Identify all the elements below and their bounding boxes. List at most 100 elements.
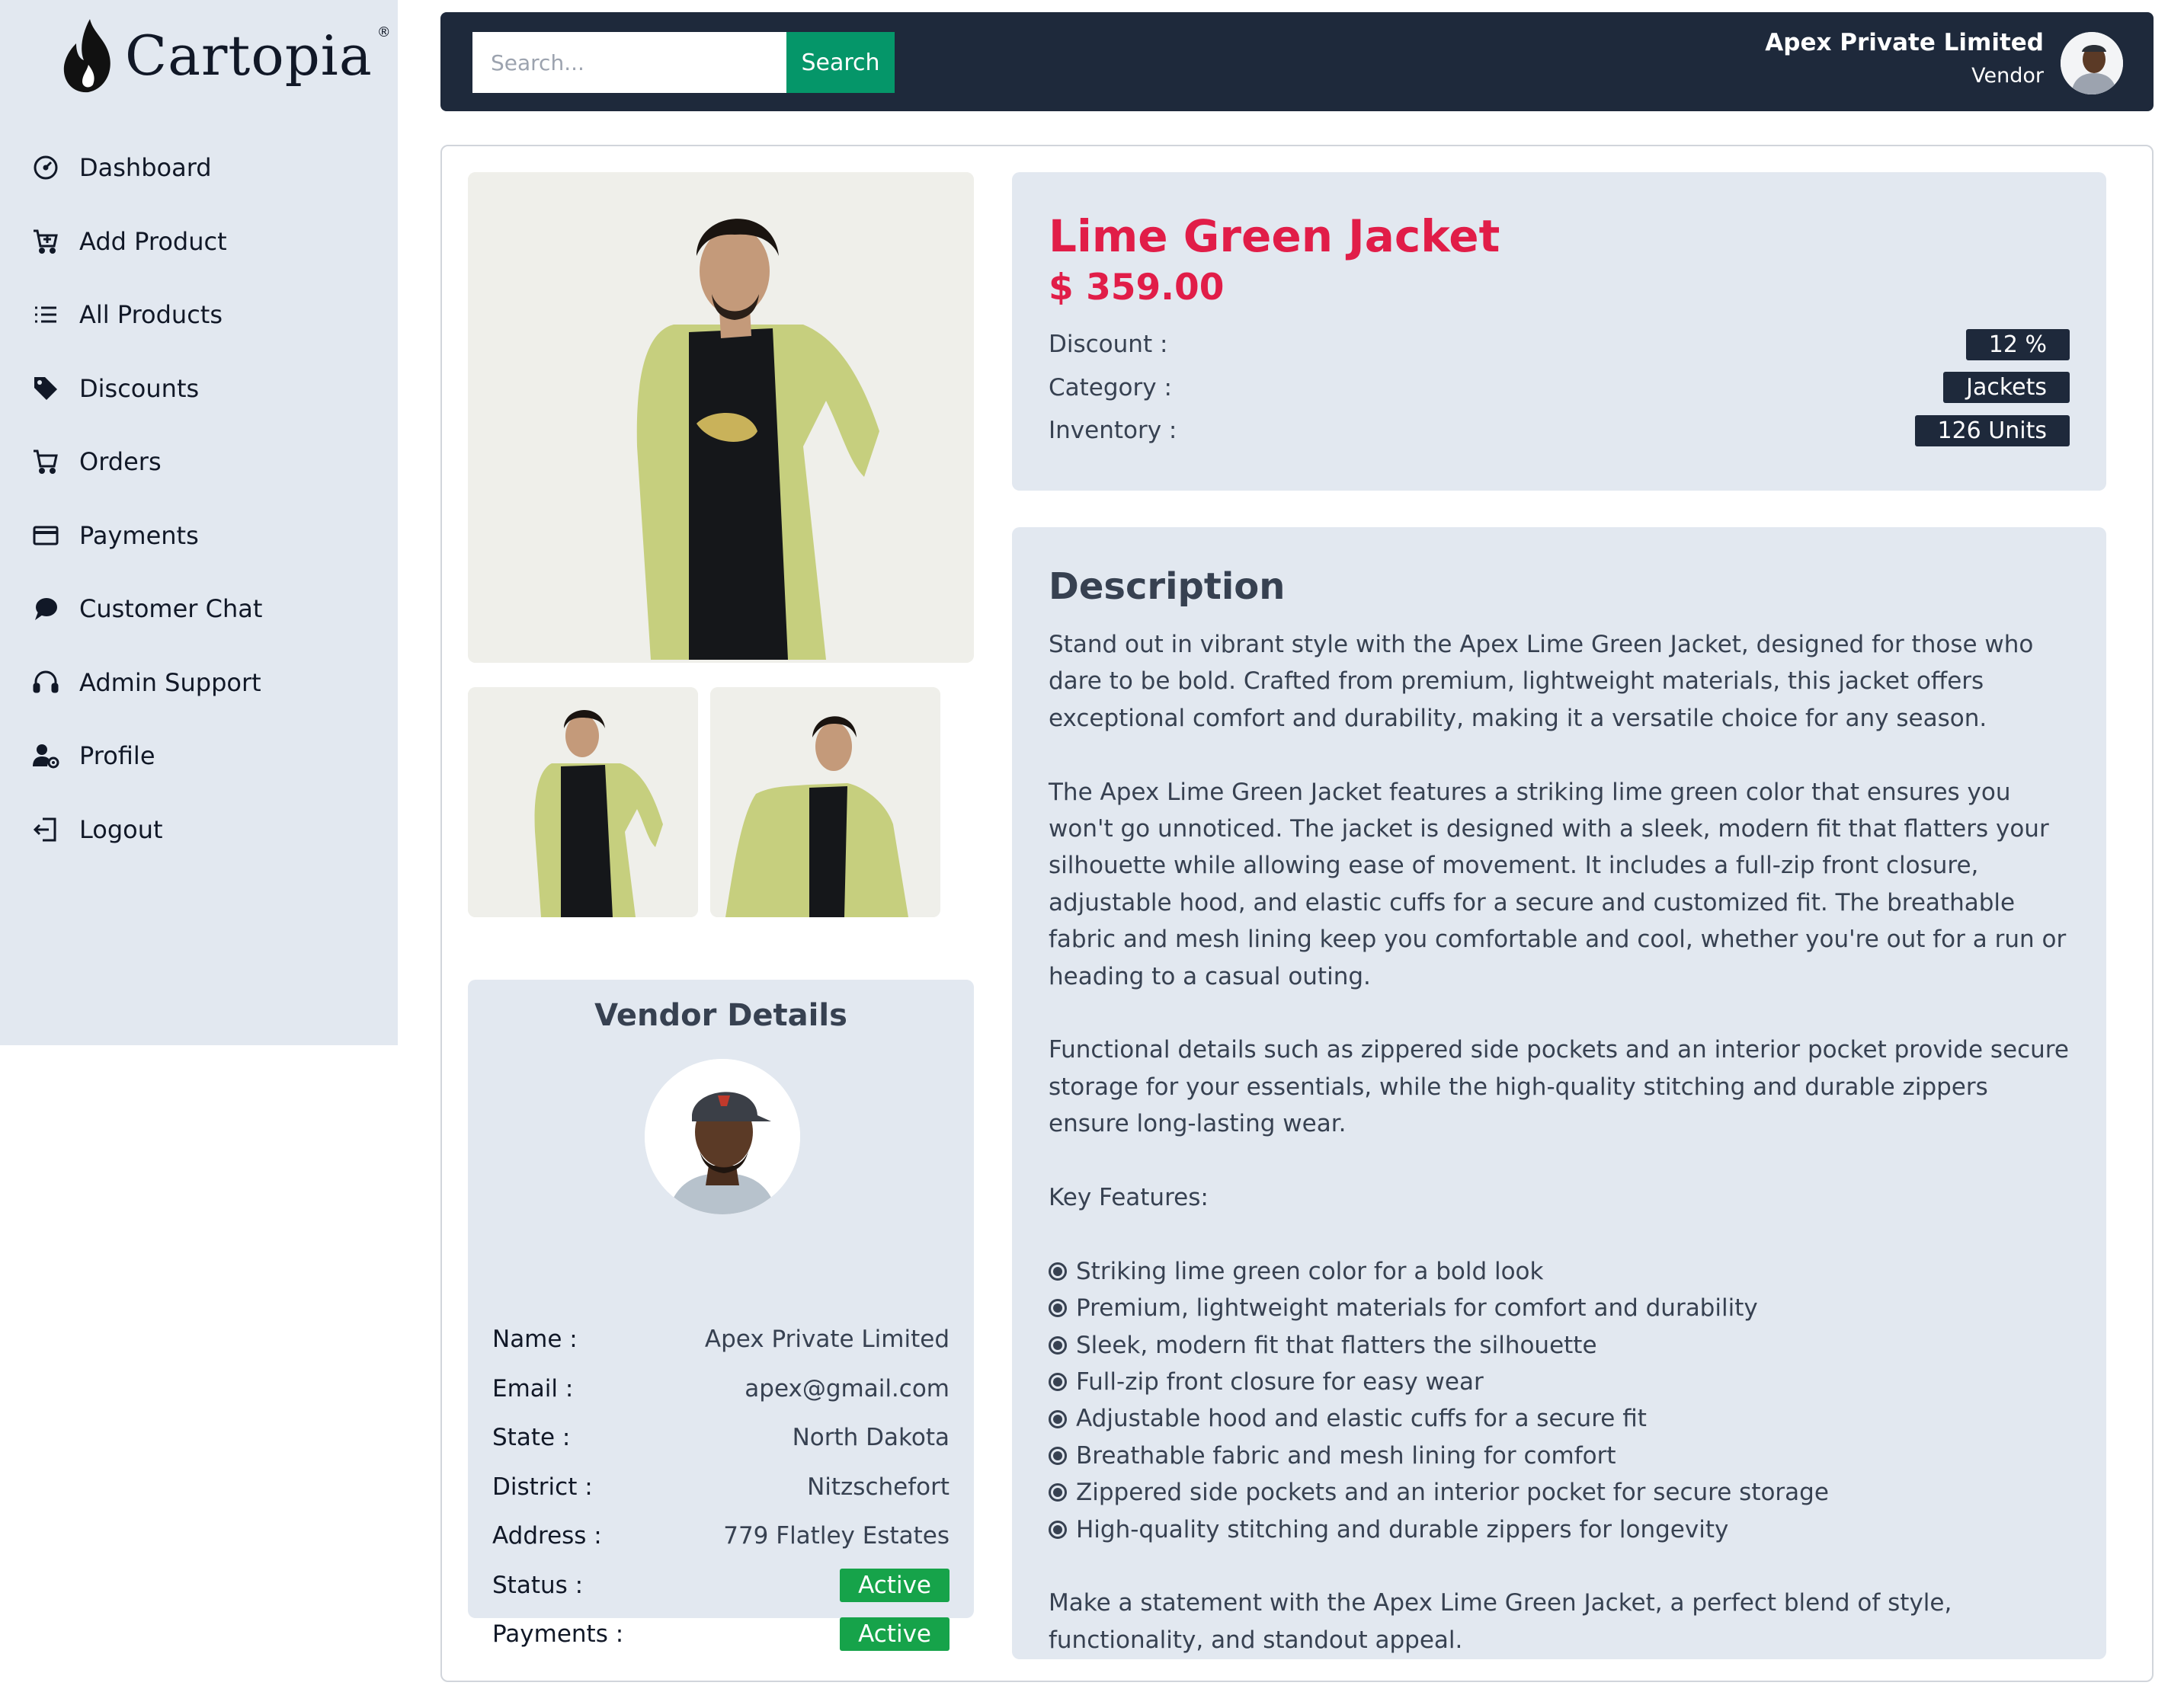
payments-badge: Active	[840, 1617, 949, 1652]
list-item: High-quality stitching and durable zippe…	[1049, 1511, 2070, 1548]
search-input[interactable]	[472, 32, 786, 93]
sidebar-item-all-products[interactable]: All Products	[30, 278, 366, 352]
cart-plus-icon	[30, 226, 61, 257]
vendor-label: State :	[492, 1424, 571, 1452]
description-paragraph: Stand out in vibrant style with the Apex…	[1049, 631, 2034, 732]
list-item: Premium, lightweight materials for comfo…	[1049, 1290, 2070, 1326]
cart-icon	[30, 446, 61, 477]
sidebar-item-profile[interactable]: Profile	[30, 719, 366, 793]
user-role: Vendor	[1971, 64, 2044, 88]
search-button[interactable]: Search	[786, 32, 895, 93]
vendor-label: Email :	[492, 1374, 574, 1403]
vendor-details-title: Vendor Details	[594, 998, 847, 1033]
vendor-label: Status :	[492, 1571, 584, 1599]
sidebar-item-label: Admin Support	[79, 667, 261, 697]
dashboard-gauge-icon	[30, 152, 61, 183]
vendor-value: Nitzschefort	[807, 1473, 949, 1501]
sidebar: Cartopia ® Dashboard Add Product All Pro…	[0, 0, 398, 1045]
top-header: Search Apex Private Limited Vendor	[440, 12, 2154, 111]
user-name: Apex Private Limited	[1765, 29, 2044, 56]
bullet-icon	[1049, 1262, 1067, 1281]
vendor-details-card: Vendor Details Name : Apex Private Limit…	[468, 980, 974, 1652]
detail-label: Discount :	[1049, 331, 1168, 359]
list-icon	[30, 299, 61, 330]
sidebar-item-add-product[interactable]: Add Product	[30, 205, 366, 279]
sidebar-item-logout[interactable]: Logout	[30, 793, 366, 867]
sidebar-item-label: Profile	[79, 741, 155, 771]
description-body: Stand out in vibrant style with the Apex…	[1049, 626, 2070, 1696]
bullet-icon	[1049, 1335, 1067, 1355]
feature-text: Full-zip front closure for easy wear	[1076, 1368, 1484, 1396]
product-title: Lime Green Jacket	[1049, 210, 1500, 262]
vendor-label: Address :	[492, 1522, 602, 1550]
bullet-icon	[1049, 1409, 1067, 1428]
bullet-icon	[1049, 1483, 1067, 1502]
app-name: Cartopia	[125, 24, 373, 88]
bullet-icon	[1049, 1447, 1067, 1466]
sidebar-item-orders[interactable]: Orders	[30, 425, 366, 499]
list-item: Striking lime green color for a bold loo…	[1049, 1253, 2070, 1290]
product-price: $ 359.00	[1049, 267, 1225, 309]
detail-row-category: Category : Jackets	[1049, 366, 2070, 410]
credit-card-icon	[30, 520, 61, 551]
registered-mark: ®	[376, 24, 391, 40]
feature-text: Breathable fabric and mesh lining for co…	[1076, 1441, 1616, 1470]
discount-badge: 12 %	[1965, 328, 2070, 360]
sidebar-item-label: Payments	[79, 520, 199, 550]
list-item: Adjustable hood and elastic cuffs for a …	[1049, 1400, 2070, 1437]
sidebar-item-payments[interactable]: Payments	[30, 499, 366, 573]
sidebar-item-label: Logout	[79, 814, 163, 844]
app-logo[interactable]: Cartopia ®	[59, 14, 391, 98]
list-item: Sleek, modern fit that flatters the silh…	[1049, 1327, 2070, 1364]
status-badge: Active	[840, 1568, 949, 1602]
jacket-photo-icon	[468, 172, 974, 663]
sidebar-item-label: Orders	[79, 447, 162, 477]
key-features-heading: Key Features:	[1049, 1184, 1209, 1212]
sidebar-item-discounts[interactable]: Discounts	[30, 352, 366, 426]
sidebar-item-admin-support[interactable]: Admin Support	[30, 646, 366, 720]
description-card: Description Stand out in vibrant style w…	[1012, 527, 2106, 1659]
vendor-row-address: Address : 779 Flatley Estates	[492, 1511, 949, 1561]
vendor-info-list: Name : Apex Private Limited Email : apex…	[492, 1315, 949, 1659]
headset-icon	[30, 667, 61, 698]
sidebar-item-label: Discounts	[79, 373, 200, 403]
vendor-row-state: State : North Dakota	[492, 1413, 949, 1463]
feature-list: Striking lime green color for a bold loo…	[1049, 1253, 2070, 1548]
product-thumbnail-2[interactable]	[710, 687, 940, 917]
sidebar-item-customer-chat[interactable]: Customer Chat	[30, 572, 366, 646]
bullet-icon	[1049, 1299, 1067, 1318]
detail-label: Inventory :	[1049, 417, 1177, 445]
vendor-row-name: Name : Apex Private Limited	[492, 1315, 949, 1364]
bullet-icon	[1049, 1373, 1067, 1392]
description-closing: Make a statement with the Apex Lime Gree…	[1049, 1589, 1952, 1654]
product-thumbnail-1[interactable]	[468, 687, 698, 917]
avatar[interactable]	[2061, 32, 2123, 94]
user-gear-icon	[30, 740, 61, 771]
feature-text: Adjustable hood and elastic cuffs for a …	[1076, 1405, 1647, 1433]
vendor-avatar-icon	[645, 1059, 800, 1214]
list-item: Full-zip front closure for easy wear	[1049, 1364, 2070, 1400]
sidebar-item-label: Dashboard	[79, 153, 212, 183]
logout-icon	[30, 814, 61, 845]
product-main-image[interactable]	[468, 172, 974, 663]
vendor-value: 779 Flatley Estates	[723, 1522, 949, 1550]
feature-text: Zippered side pockets and an interior po…	[1076, 1479, 1829, 1507]
user-info[interactable]: Apex Private Limited Vendor	[1765, 29, 2044, 88]
vendor-row-district: District : Nitzschefort	[492, 1463, 949, 1512]
description-title: Description	[1049, 565, 1286, 608]
tag-icon	[30, 373, 61, 404]
detail-label: Category :	[1049, 373, 1172, 401]
description-paragraph: The Apex Lime Green Jacket features a st…	[1049, 778, 2067, 990]
vendor-value: Apex Private Limited	[704, 1326, 949, 1354]
detail-row-discount: Discount : 12 %	[1049, 323, 2070, 366]
category-badge: Jackets	[1943, 372, 2070, 404]
sidebar-item-dashboard[interactable]: Dashboard	[30, 131, 366, 205]
jacket-thumbnail-icon	[710, 687, 940, 917]
vendor-avatar	[645, 1059, 800, 1214]
product-info-card: Lime Green Jacket $ 359.00 Discount : 12…	[1012, 172, 2106, 491]
sidebar-item-label: Add Product	[79, 226, 227, 256]
bullet-icon	[1049, 1520, 1067, 1539]
list-item: Zippered side pockets and an interior po…	[1049, 1474, 2070, 1511]
vendor-row-email: Email : apex@gmail.com	[492, 1364, 949, 1414]
feature-text: High-quality stitching and durable zippe…	[1076, 1515, 1729, 1543]
